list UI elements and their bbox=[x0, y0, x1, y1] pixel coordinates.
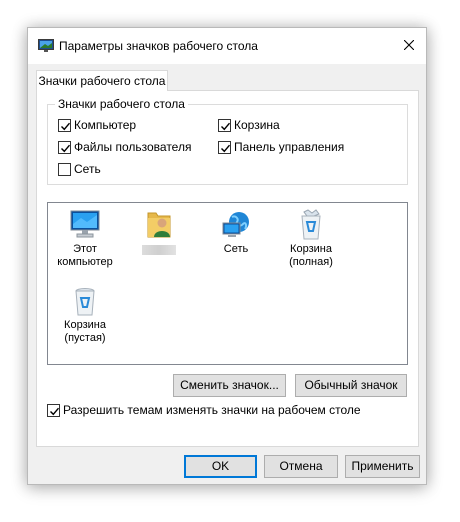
cancel-button[interactable]: Отмена bbox=[264, 455, 338, 478]
icon-caption: Этот компьютер bbox=[57, 243, 113, 268]
apply-button[interactable]: Применить bbox=[345, 455, 420, 478]
close-icon bbox=[404, 40, 414, 50]
change-icon-button[interactable]: Сменить значок... bbox=[173, 374, 286, 397]
title-bar[interactable]: Параметры значков рабочего стола bbox=[28, 28, 426, 64]
checkmark-icon bbox=[221, 122, 231, 131]
groupbox-legend: Значки рабочего стола bbox=[55, 97, 188, 111]
recycle-bin-checkbox-label: Корзина bbox=[234, 118, 280, 132]
recycle-bin-empty-icon bbox=[75, 288, 95, 316]
computer-checkbox-label: Компьютер bbox=[74, 118, 137, 132]
control-panel-checkbox-label: Панель управления bbox=[234, 140, 345, 154]
checkmark-icon bbox=[61, 122, 71, 131]
checkbox-box[interactable] bbox=[58, 119, 71, 132]
close-button[interactable] bbox=[392, 28, 426, 62]
desktop-icons-groupbox: Значки рабочего стола Компьютер Корзина … bbox=[47, 97, 408, 185]
computer-icon bbox=[70, 210, 100, 238]
list-item-network[interactable]: Сеть bbox=[201, 209, 271, 256]
checkmark-icon bbox=[50, 407, 60, 416]
icon-caption: Корзина (пустая) bbox=[64, 319, 106, 344]
checkmark-icon bbox=[221, 144, 231, 153]
user-files-checkbox-label: Файлы пользователя bbox=[74, 140, 192, 154]
list-item-recycle-bin-full[interactable]: Корзина (полная) bbox=[276, 209, 346, 269]
allow-themes-label: Разрешить темам изменять значки на рабоч… bbox=[63, 403, 361, 417]
icon-caption: Сеть bbox=[223, 243, 249, 255]
desktop-icon-settings-dialog: Параметры значков рабочего стола Значки … bbox=[27, 27, 427, 485]
list-item-user-folder[interactable] bbox=[124, 209, 194, 255]
checkbox-box[interactable] bbox=[58, 141, 71, 154]
checkbox-box[interactable] bbox=[218, 141, 231, 154]
ok-button[interactable]: OK bbox=[184, 455, 257, 478]
checkbox-box[interactable] bbox=[47, 404, 60, 417]
tab-desktop-icons[interactable]: Значки рабочего стола bbox=[36, 70, 168, 91]
list-item-computer[interactable]: Этот компьютер bbox=[50, 209, 120, 269]
desktop-icon-list[interactable]: Этот компьютер Сеть Корзина (полная) Кор… bbox=[47, 202, 408, 365]
network-icon bbox=[222, 212, 249, 237]
desktop-settings-icon bbox=[38, 39, 54, 53]
list-item-recycle-bin-empty[interactable]: Корзина (пустая) bbox=[50, 285, 120, 345]
checkmark-icon bbox=[61, 144, 71, 153]
network-checkbox-label: Сеть bbox=[74, 162, 101, 176]
obscured-caption bbox=[142, 245, 176, 255]
user-folder-icon bbox=[147, 212, 171, 238]
icon-caption: Корзина (полная) bbox=[289, 243, 333, 268]
tab-panel: Значки рабочего стола Компьютер Корзина … bbox=[36, 90, 419, 447]
checkbox-box[interactable] bbox=[218, 119, 231, 132]
checkbox-box[interactable] bbox=[58, 163, 71, 176]
recycle-bin-full-icon bbox=[301, 209, 321, 240]
window-title: Параметры значков рабочего стола bbox=[59, 39, 258, 53]
restore-default-button[interactable]: Обычный значок bbox=[295, 374, 407, 397]
